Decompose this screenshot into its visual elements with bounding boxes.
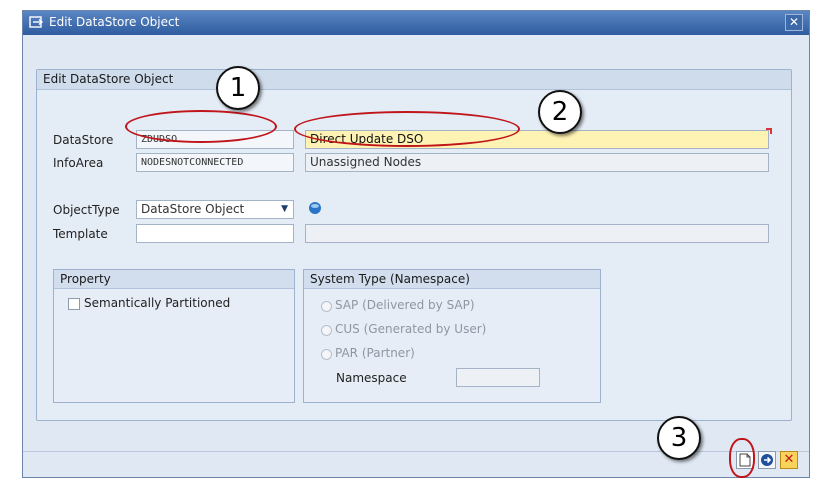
template-description-field <box>305 224 769 243</box>
datastore-label: DataStore <box>53 133 114 147</box>
close-button[interactable]: ✕ <box>785 14 803 31</box>
system-type-group: System Type (Namespace) SAP (Delivered b… <box>303 269 601 403</box>
objecttype-label: ObjectType <box>53 203 120 217</box>
transfer-button[interactable] <box>758 451 776 469</box>
close-icon: ✕ <box>788 15 800 29</box>
property-header: Property <box>54 270 294 289</box>
infoarea-description-field: Unassigned Nodes <box>305 153 769 172</box>
callout-number-3: 3 <box>657 416 701 460</box>
template-field[interactable] <box>136 224 294 243</box>
semantically-partitioned-checkbox[interactable] <box>68 298 80 310</box>
window-title: Edit DataStore Object <box>49 15 180 29</box>
radio-cus[interactable] <box>321 325 332 336</box>
objecttype-dropdown[interactable]: DataStore Object ▼ <box>136 200 294 219</box>
required-marker <box>766 128 772 134</box>
callout-number-2: 2 <box>538 90 582 134</box>
namespace-field <box>456 368 540 387</box>
annotation-ellipse-create <box>729 438 755 478</box>
system-type-header: System Type (Namespace) <box>304 270 600 289</box>
cancel-icon: ✕ <box>783 452 795 467</box>
annotation-ellipse-datastore <box>125 110 277 143</box>
callout-number-1: 1 <box>216 66 260 110</box>
radio-cus-label: CUS (Generated by User) <box>335 322 487 336</box>
infoarea-field[interactable]: NODESNOTCONNECTED <box>136 153 294 172</box>
template-label: Template <box>53 227 108 241</box>
objecttype-value: DataStore Object <box>141 202 245 216</box>
group-header: Edit DataStore Object <box>37 70 791 90</box>
edit-window-icon <box>29 16 43 28</box>
radio-sap[interactable] <box>321 301 332 312</box>
transfer-icon <box>761 454 773 466</box>
chevron-down-icon: ▼ <box>281 204 288 214</box>
datastore-object-icon <box>309 202 321 214</box>
namespace-label: Namespace <box>336 371 407 385</box>
edit-datastore-dialog: Edit DataStore Object ✕ Edit DataStore O… <box>22 10 810 478</box>
semantically-partitioned-label: Semantically Partitioned <box>84 296 231 310</box>
property-group: Property Semantically Partitioned <box>53 269 295 403</box>
infoarea-label: InfoArea <box>53 156 104 170</box>
radio-par-label: PAR (Partner) <box>335 346 415 360</box>
annotation-ellipse-description <box>294 111 520 147</box>
title-bar: Edit DataStore Object ✕ <box>23 11 809 35</box>
radio-sap-label: SAP (Delivered by SAP) <box>335 298 475 312</box>
cancel-button[interactable]: ✕ <box>780 451 798 469</box>
radio-par[interactable] <box>321 349 332 360</box>
